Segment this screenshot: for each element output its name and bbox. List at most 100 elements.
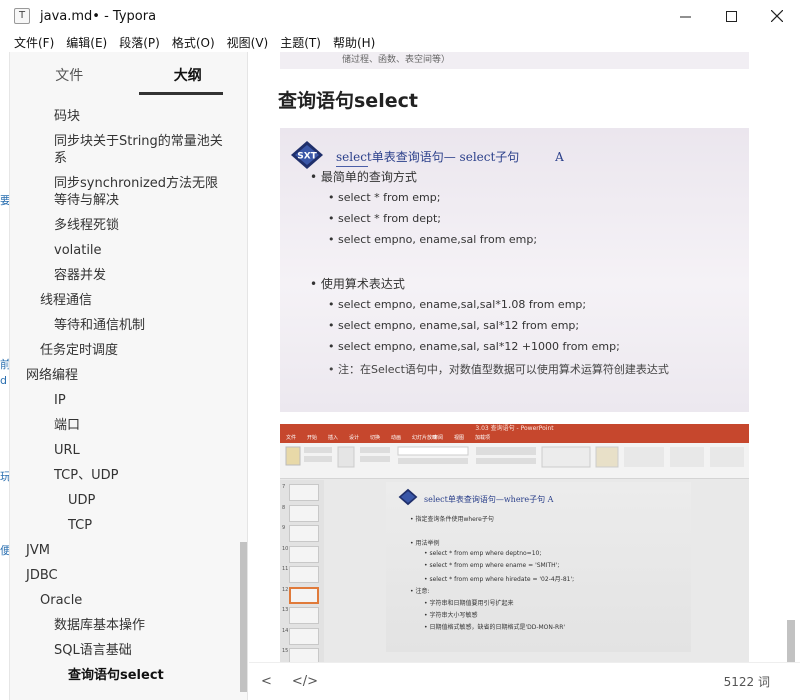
ppt-bullet: • 字符串大小写敏感 <box>424 612 478 619</box>
outline-item[interactable]: TCP、UDP <box>10 463 238 488</box>
outline-item[interactable]: 容器并发 <box>10 263 238 288</box>
title-underline <box>336 166 368 167</box>
sidebar-scrollbar[interactable] <box>240 542 247 692</box>
typora-app-icon: T <box>14 8 30 24</box>
menu-help[interactable]: 帮助(H) <box>333 34 375 51</box>
slide-title-text: select单表查询语句— select子句 <box>336 150 520 164</box>
outline-item[interactable]: 码块 <box>10 104 238 129</box>
ppt-bullet: • 日期值格式敏感，缺省的日期格式是'DD-MON-RR' <box>424 624 566 631</box>
ppt-thumbnail-pane: 7 8 9 10 11 12 13 14 15 <box>280 480 324 662</box>
ppt-bullet: • 注意: <box>410 588 430 595</box>
ppt-tab: 视图 <box>454 435 465 441</box>
ppt-thumbnail <box>289 566 319 583</box>
outline-item[interactable]: 任务定时调度 <box>10 338 238 363</box>
slide-bullet: • 使用算术表达式 <box>310 277 405 291</box>
close-icon <box>771 10 783 22</box>
strip-text: 要 <box>0 194 10 207</box>
menu-file[interactable]: 文件(F) <box>14 34 54 51</box>
ppt-window-title: 3.03 查询语句 - PowerPoint <box>475 425 554 432</box>
menu-theme[interactable]: 主题(T) <box>280 34 321 51</box>
ppt-thumb-number: 7 <box>282 484 286 490</box>
section-heading[interactable]: 查询语句select <box>278 86 418 113</box>
menu-paragraph[interactable]: 段落(P) <box>119 34 160 51</box>
editor[interactable]: 储过程、函数、表空间等） 查询语句select SXT select单表查询语句… <box>249 52 800 662</box>
tab-files[interactable]: 文件 <box>10 52 129 98</box>
editor-scrollbar[interactable] <box>787 620 795 662</box>
slide-bullet: • 注：在Select语句中，对数值型数据可以使用算术运算符创建表达式 <box>328 363 669 376</box>
background-window-strip: 要 前 d 玩 便 <box>0 52 10 700</box>
outline-item[interactable]: 线程通信 <box>10 288 238 313</box>
ppt-thumbnail <box>289 504 319 522</box>
previous-slide-caption: 储过程、函数、表空间等） <box>342 55 451 65</box>
outline-item[interactable]: URL <box>10 438 238 463</box>
outline-item[interactable]: 同步synchronized方法无限等待与解决 <box>10 171 238 213</box>
outline-item[interactable]: 数据库基本操作 <box>10 613 238 638</box>
ppt-thumbnail <box>289 545 319 563</box>
strip-text: 便 <box>0 544 10 557</box>
ppt-bullet: • 字符串和日期值要用引号扩起来 <box>424 600 514 607</box>
outline-item[interactable]: volatile <box>10 238 238 263</box>
ppt-ribbon-tabs: 文件 开始 插入 设计 切换 动画 幻灯片放映 审阅 视图 加载项 <box>280 434 749 443</box>
ppt-tab: 审阅 <box>433 435 444 441</box>
outline-item[interactable]: 网络编程 <box>10 363 238 388</box>
menu-view[interactable]: 视图(V) <box>227 34 269 51</box>
slide-bullet: • select empno, ename,sal from emp; <box>328 233 538 246</box>
word-count[interactable]: 5122 词 <box>724 673 770 690</box>
ppt-thumb-number: 14 <box>282 627 289 634</box>
ppt-bullet: • select * from emp where ename = 'SMITH… <box>424 562 560 569</box>
maximize-button[interactable] <box>708 0 754 32</box>
ppt-tab: 文件 <box>286 435 297 441</box>
outline-item[interactable]: 多线程死锁 <box>10 213 238 238</box>
menu-format[interactable]: 格式(O) <box>172 34 215 51</box>
outline-item[interactable]: UDP <box>10 488 238 513</box>
active-tab-indicator <box>139 92 223 95</box>
menu-edit[interactable]: 编辑(E) <box>66 34 107 51</box>
outline-item[interactable]: 端口 <box>10 413 238 438</box>
close-button[interactable] <box>754 0 800 32</box>
outline-item[interactable]: 同步块关于String的常量池关系 <box>10 129 238 171</box>
outline-item[interactable]: JVM <box>10 538 238 563</box>
outline-item[interactable]: JDBC <box>10 563 238 588</box>
ppt-thumbnail <box>289 627 319 645</box>
ppt-thumb-number: 13 <box>282 607 289 613</box>
ppt-ribbon-controls <box>285 446 744 468</box>
previous-slide-image: 储过程、函数、表空间等） <box>280 52 749 69</box>
outline-item[interactable]: TCP <box>10 513 238 538</box>
outline-item[interactable]: 查询语句select <box>10 663 238 688</box>
ppt-thumbnail <box>289 648 319 662</box>
outline-item[interactable]: SQL语言基础 <box>10 638 238 663</box>
sidebar-tabs: 文件 大纲 <box>10 52 247 98</box>
strip-text: d <box>0 374 7 387</box>
slide-bullet: • 最简单的查询方式 <box>310 170 417 184</box>
outline-list: 码块 同步块关于String的常量池关系 同步synchronized方法无限等待与… <box>10 104 238 688</box>
outline-item[interactable]: Oracle <box>10 588 238 613</box>
minimize-button[interactable] <box>662 0 708 32</box>
outline-item[interactable]: IP <box>10 388 238 413</box>
ppt-thumb-number: 15 <box>282 648 289 654</box>
svg-text:SXT: SXT <box>297 152 317 162</box>
ppt-bullet: • 用法举例 <box>410 540 440 547</box>
source-mode-icon[interactable]: </> <box>292 674 318 689</box>
ppt-thumbnail <box>289 484 319 501</box>
window-title: java.md• - Typora <box>40 8 157 24</box>
slide-bullet: • select * from emp; <box>328 191 441 204</box>
ppt-bullet: • select * from emp where deptno=10; <box>424 550 542 557</box>
ppt-thumbnail <box>289 607 319 624</box>
strip-text: 玩 <box>0 470 10 483</box>
ppt-thumbnail <box>289 586 319 604</box>
menu-bar: 文件(F) 编辑(E) 段落(P) 格式(O) 视图(V) 主题(T) 帮助(H… <box>0 32 800 52</box>
ppt-slide-title: select单表查询语句—where子句 A <box>424 495 554 504</box>
ppt-thumbnail <box>289 525 319 542</box>
outline-item[interactable]: 等待和通信机制 <box>10 313 238 338</box>
sidebar-toggle-icon[interactable]: < <box>261 674 272 689</box>
sidebar: 文件 大纲 码块 同步块关于String的常量池关系 同步synchronized方… <box>10 52 248 700</box>
title-bar: T java.md• - Typora <box>0 0 800 32</box>
outline-panel[interactable]: 码块 同步块关于String的常量池关系 同步synchronized方法无限等待与… <box>10 100 238 700</box>
ppt-thumb-number: 10 <box>282 545 289 552</box>
ppt-tab: 动画 <box>391 435 402 441</box>
ppt-thumb-number: 12 <box>282 586 289 593</box>
ppt-thumb-number: 11 <box>282 566 289 572</box>
slide-title-suffix: A <box>555 150 564 164</box>
ppt-thumb-number: 8 <box>282 504 286 511</box>
strip-text: 前 <box>0 358 10 371</box>
